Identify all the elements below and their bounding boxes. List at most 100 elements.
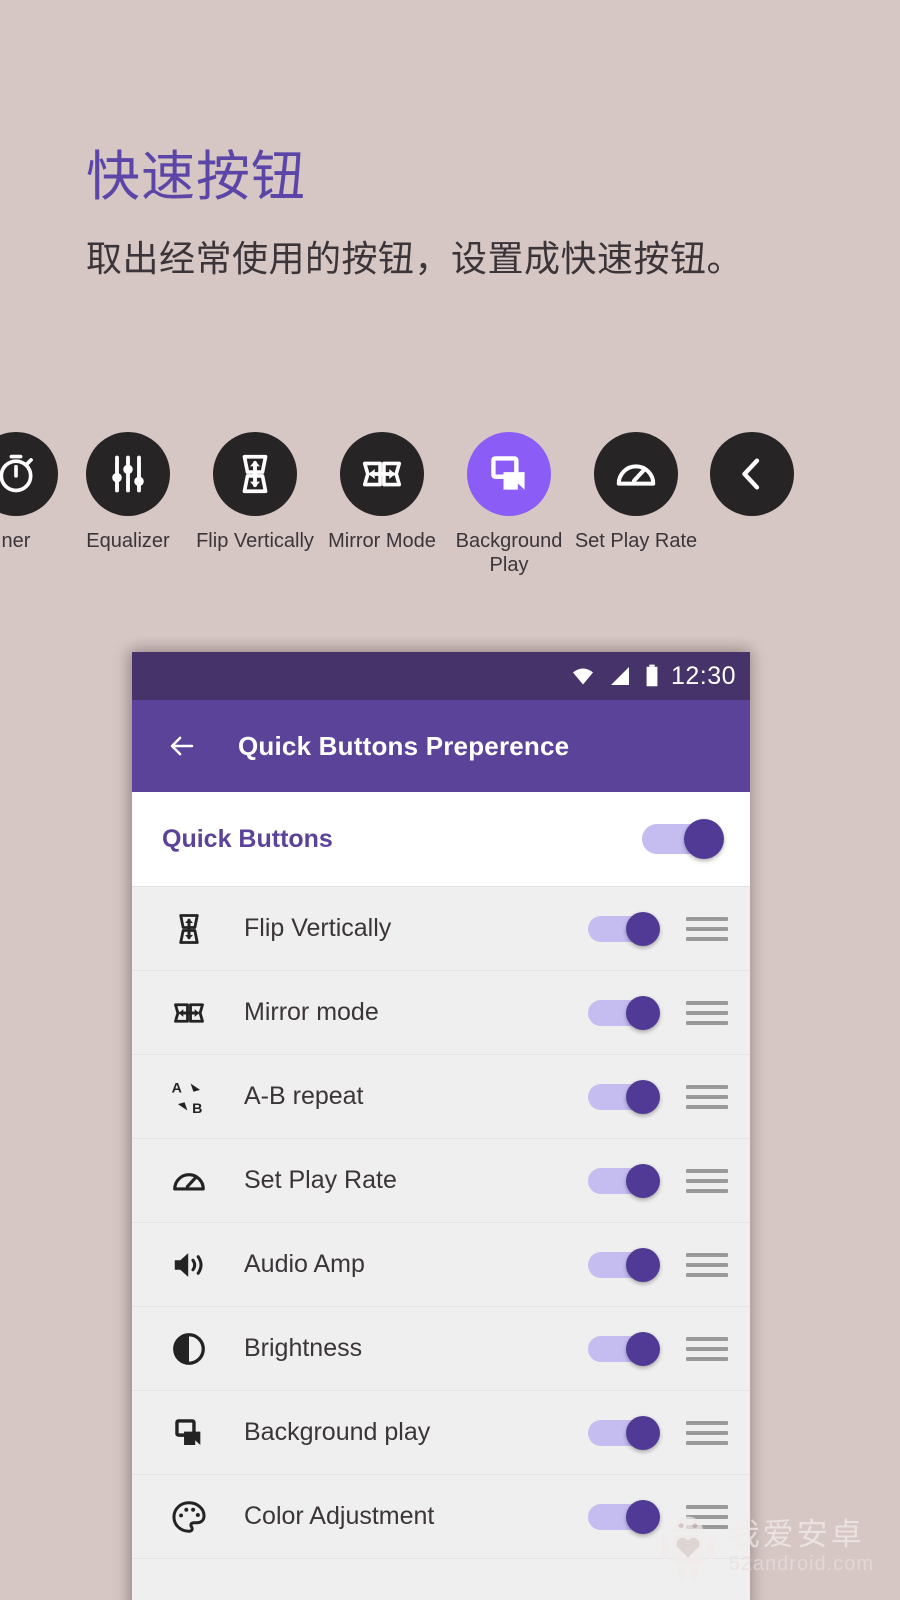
carousel-label: Mirror Mode bbox=[328, 530, 436, 552]
drag-handle-icon[interactable] bbox=[686, 1420, 728, 1445]
equalizer-icon bbox=[112, 455, 144, 493]
list-item-toggle[interactable] bbox=[588, 1331, 660, 1366]
mirror-mode-circle[interactable] bbox=[340, 432, 424, 516]
row-icon-wrapper bbox=[162, 1246, 216, 1284]
row-icon-wrapper bbox=[162, 1162, 216, 1200]
row-icon-wrapper: A B bbox=[162, 1078, 216, 1116]
list-item-label: Mirror mode bbox=[244, 998, 379, 1026]
drag-handle-icon[interactable] bbox=[686, 1252, 728, 1277]
list-item-label: Flip Vertically bbox=[244, 914, 392, 942]
watermark-chinese: 我爱安卓 bbox=[728, 1516, 865, 1552]
ab-repeat-icon: A B bbox=[172, 1080, 203, 1116]
list-item-label: Audio Amp bbox=[244, 1250, 365, 1278]
promo-page: 快速按钮 取出经常使用的按钮，设置成快速按钮。 ner Equalizer Fl… bbox=[0, 0, 900, 1600]
list-item-toggle[interactable] bbox=[588, 1247, 660, 1282]
color-palette-icon bbox=[172, 1500, 206, 1533]
drag-handle-icon[interactable] bbox=[686, 1336, 728, 1361]
battery-icon bbox=[646, 664, 658, 687]
carousel-label: Set Play Rate bbox=[574, 530, 698, 552]
play-rate-circle[interactable] bbox=[594, 432, 678, 516]
toggle-thumb bbox=[626, 1331, 660, 1366]
back-arrow-icon[interactable] bbox=[164, 731, 200, 761]
audio-amp-icon bbox=[174, 1252, 203, 1277]
flip-vertical-circle[interactable] bbox=[213, 432, 297, 516]
carousel-label: Equalizer bbox=[86, 530, 170, 552]
timer-icon bbox=[0, 454, 33, 493]
row-icon-wrapper bbox=[162, 1331, 216, 1367]
toggle-thumb bbox=[626, 1415, 660, 1450]
carousel-item-set-play-rate[interactable]: Set Play Rate bbox=[572, 432, 700, 554]
row-icon-wrapper bbox=[162, 995, 216, 1031]
play-rate-icon bbox=[173, 1172, 205, 1190]
quick-buttons-header-label: Quick Buttons bbox=[162, 824, 333, 853]
signal-icon bbox=[610, 667, 629, 685]
list-item[interactable]: Mirror mode bbox=[132, 971, 750, 1055]
carousel-item-mirror-mode[interactable]: Mirror Mode bbox=[318, 432, 446, 554]
list-item[interactable]: Color Adjustment bbox=[132, 1475, 750, 1559]
wifi-icon bbox=[572, 668, 593, 685]
list-item-label: Brightness bbox=[244, 1334, 363, 1362]
toggle-thumb bbox=[626, 995, 660, 1030]
carousel-label: Flip Vertically bbox=[196, 530, 314, 552]
drag-handle-icon[interactable] bbox=[686, 1000, 728, 1025]
list-item-toggle[interactable] bbox=[588, 1499, 660, 1534]
row-icon-wrapper bbox=[162, 1416, 216, 1450]
mirror-mode-icon bbox=[362, 461, 402, 487]
brightness-icon bbox=[173, 1332, 205, 1365]
list-item[interactable]: Background play bbox=[132, 1391, 750, 1475]
drag-handle-icon[interactable] bbox=[686, 1084, 728, 1109]
list-item-label: Background play bbox=[244, 1418, 431, 1446]
list-item-label: Color Adjustment bbox=[244, 1502, 435, 1530]
carousel-item-equalizer[interactable]: Equalizer bbox=[64, 432, 192, 554]
timer-circle[interactable] bbox=[0, 432, 58, 516]
quick-buttons-master-toggle[interactable] bbox=[642, 819, 724, 859]
quick-button-carousel: ner Equalizer Flip Vertically Mirror Mod… bbox=[0, 432, 900, 602]
list-item[interactable]: Brightness bbox=[132, 1307, 750, 1391]
background-play-icon bbox=[491, 456, 525, 490]
chevron-left-icon bbox=[742, 458, 760, 490]
list-item-label: A-B repeat bbox=[244, 1082, 364, 1110]
carousel-item-flip-vertically[interactable]: Flip Vertically bbox=[191, 432, 319, 554]
background-play-circle[interactable] bbox=[467, 432, 551, 516]
page-title: 快速按钮 bbox=[86, 147, 306, 207]
app-bar: Quick Buttons Preperence bbox=[132, 700, 750, 792]
list-item-toggle[interactable] bbox=[588, 995, 660, 1030]
quick-buttons-list: Flip Vertically Mirror mode A B A-B repe… bbox=[132, 887, 750, 1559]
list-item-label: Set Play Rate bbox=[244, 1166, 397, 1194]
toggle-thumb bbox=[626, 1079, 660, 1114]
row-icon-wrapper bbox=[162, 1498, 216, 1536]
page-subtitle: 取出经常使用的按钮，设置成快速按钮。 bbox=[86, 238, 744, 279]
list-item[interactable]: A B A-B repeat bbox=[132, 1055, 750, 1139]
list-item-toggle[interactable] bbox=[588, 1079, 660, 1114]
list-item-toggle[interactable] bbox=[588, 1415, 660, 1450]
svg-text:B: B bbox=[192, 1100, 202, 1115]
toggle-thumb bbox=[684, 819, 724, 859]
mirror-mode-icon bbox=[174, 1002, 204, 1023]
status-time: 12:30 bbox=[670, 661, 736, 690]
carousel-item-background-play[interactable]: Background Play bbox=[445, 432, 573, 577]
toggle-thumb bbox=[626, 911, 660, 946]
carousel-item-previous[interactable] bbox=[688, 432, 816, 530]
list-item-toggle[interactable] bbox=[588, 911, 660, 946]
list-item[interactable]: Audio Amp bbox=[132, 1223, 750, 1307]
toggle-thumb bbox=[626, 1499, 660, 1534]
drag-handle-icon[interactable] bbox=[686, 1168, 728, 1193]
flip-vertical-icon bbox=[242, 454, 268, 494]
carousel-label: Background Play bbox=[455, 530, 563, 576]
watermark-text: 我爱安卓 52android.com bbox=[728, 1516, 874, 1576]
toggle-thumb bbox=[626, 1247, 660, 1282]
list-item-toggle[interactable] bbox=[588, 1163, 660, 1198]
drag-handle-icon[interactable] bbox=[686, 1504, 728, 1529]
toggle-thumb bbox=[626, 1163, 660, 1198]
chevron-left-circle[interactable] bbox=[710, 432, 794, 516]
flip-vertical-icon bbox=[179, 913, 199, 944]
phone-mockup: 12:30 Quick Buttons Preperence Quick But… bbox=[132, 652, 750, 1600]
background-play-icon bbox=[175, 1418, 201, 1445]
equalizer-circle[interactable] bbox=[86, 432, 170, 516]
app-bar-title: Quick Buttons Preperence bbox=[238, 730, 570, 761]
list-item[interactable]: Flip Vertically bbox=[132, 887, 750, 971]
watermark-domain: 52android.com bbox=[728, 1553, 874, 1576]
list-item[interactable]: Set Play Rate bbox=[132, 1139, 750, 1223]
quick-buttons-header-row[interactable]: Quick Buttons bbox=[132, 792, 750, 887]
drag-handle-icon[interactable] bbox=[686, 916, 728, 941]
